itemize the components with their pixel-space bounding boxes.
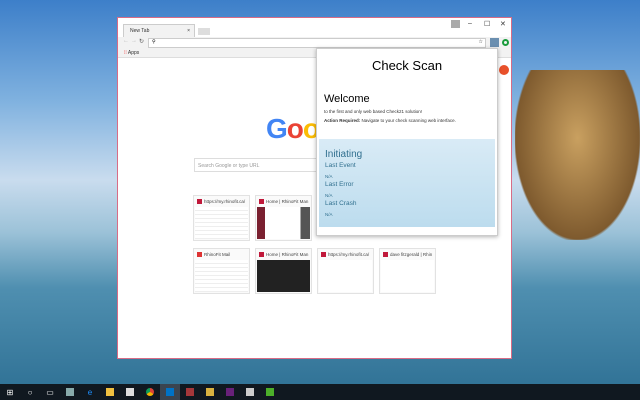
visual-studio-icon[interactable] — [220, 384, 240, 400]
tab-new-tab[interactable]: New Tab × — [123, 24, 195, 37]
desktop-rock-arch — [515, 70, 640, 240]
action-required: Action Required: Navigate to your check … — [324, 118, 490, 123]
taskbar: ⊞ ○ ▭ e — [0, 384, 640, 400]
start-button[interactable]: ⊞ — [0, 384, 20, 400]
rhinofit-favicon — [259, 252, 264, 257]
tile-thumbnail — [319, 260, 372, 292]
welcome-subtitle: to the first and only web based Check21 … — [324, 109, 423, 114]
tools-icon[interactable] — [200, 384, 220, 400]
address-bar[interactable]: ⚲ ☆ — [148, 38, 486, 48]
network-icon[interactable] — [60, 384, 80, 400]
tile-title: Home | RhinoFit Man — [266, 199, 309, 204]
last-error-value: N/A — [325, 193, 333, 198]
tile-thumbnail — [195, 207, 248, 239]
tile-title: https://my.rhinofit.ca/ — [328, 252, 370, 257]
close-window-button[interactable]: ✕ — [500, 20, 506, 28]
most-visited-tile[interactable]: https://my.rhinofit.ca/ — [317, 248, 374, 294]
status-heading: Initiating — [325, 149, 363, 160]
apps-bookmark[interactable]: Apps — [128, 50, 139, 56]
rhinofit-favicon — [197, 199, 202, 204]
tile-title: RhinoFit Mail — [204, 252, 231, 257]
status-panel: Initiating Last Event N/A Last Error N/A… — [319, 139, 495, 227]
most-visited-tile[interactable]: Home | RhinoFit Man — [255, 195, 312, 241]
task-view-icon[interactable]: ▭ — [40, 384, 60, 400]
popup-title: Check Scan — [371, 58, 443, 73]
maximize-button[interactable]: ☐ — [484, 20, 490, 28]
last-crash-value: N/A — [325, 212, 333, 217]
last-error-label: Last Error — [325, 181, 354, 188]
tab-strip: New Tab × – ☐ ✕ — [118, 18, 511, 37]
action-label: Action Required: — [324, 118, 361, 123]
last-crash-label: Last Crash — [325, 200, 357, 207]
tile-thumbnail — [381, 260, 434, 292]
new-tab-button[interactable] — [198, 28, 210, 35]
cortana-icon[interactable]: ○ — [20, 384, 40, 400]
last-event-label: Last Event — [325, 162, 356, 169]
edge-icon[interactable]: e — [80, 384, 100, 400]
search-icon: ⚲ — [152, 39, 156, 45]
bookmark-star-icon[interactable]: ☆ — [479, 39, 483, 45]
reload-icon[interactable]: ↻ — [139, 38, 144, 45]
action-text: Navigate to your check scanning web inte… — [361, 118, 456, 123]
rhinofit-favicon — [383, 252, 388, 257]
rhinofit-favicon — [321, 252, 326, 257]
tile-thumbnail — [257, 260, 310, 292]
gmail-favicon — [197, 252, 202, 257]
forward-icon[interactable]: → — [131, 38, 137, 44]
check-scan-popup: Check Scan Welcome to the first and only… — [316, 48, 498, 236]
minimize-button[interactable]: – — [468, 20, 472, 27]
tile-title: Home | RhinoFit Man — [266, 252, 309, 257]
tile-title: https://my.rhinofit.ca/ — [204, 199, 246, 204]
google-logo: Goo — [266, 113, 320, 144]
account-avatar[interactable] — [499, 65, 509, 75]
outlook-icon[interactable] — [160, 384, 180, 400]
file-explorer-icon[interactable] — [100, 384, 120, 400]
welcome-heading: Welcome — [324, 93, 370, 105]
most-visited-tile[interactable]: https://my.rhinofit.ca/ — [193, 195, 250, 241]
tile-thumbnail — [195, 260, 248, 292]
calculator-icon[interactable] — [240, 384, 260, 400]
tile-thumbnail — [257, 207, 310, 239]
last-event-value: N/A — [325, 174, 333, 179]
dreamweaver-icon[interactable] — [260, 384, 280, 400]
access-icon[interactable] — [180, 384, 200, 400]
store-icon[interactable] — [120, 384, 140, 400]
tile-title: dave fitzgerald | Rhin — [390, 252, 433, 257]
most-visited-tile[interactable]: dave fitzgerald | Rhin — [379, 248, 436, 294]
close-tab-icon[interactable]: × — [187, 28, 190, 34]
check-scan-extension-icon[interactable] — [490, 38, 499, 47]
back-icon[interactable]: ← — [123, 38, 129, 44]
profile-icon[interactable] — [451, 20, 460, 28]
rhinofit-favicon — [259, 199, 264, 204]
most-visited-tile[interactable]: RhinoFit Mail — [193, 248, 250, 294]
most-visited-tile[interactable]: Home | RhinoFit Man — [255, 248, 312, 294]
extension-icon[interactable] — [502, 39, 509, 46]
chrome-icon[interactable] — [140, 384, 160, 400]
tab-title: New Tab — [130, 28, 150, 34]
